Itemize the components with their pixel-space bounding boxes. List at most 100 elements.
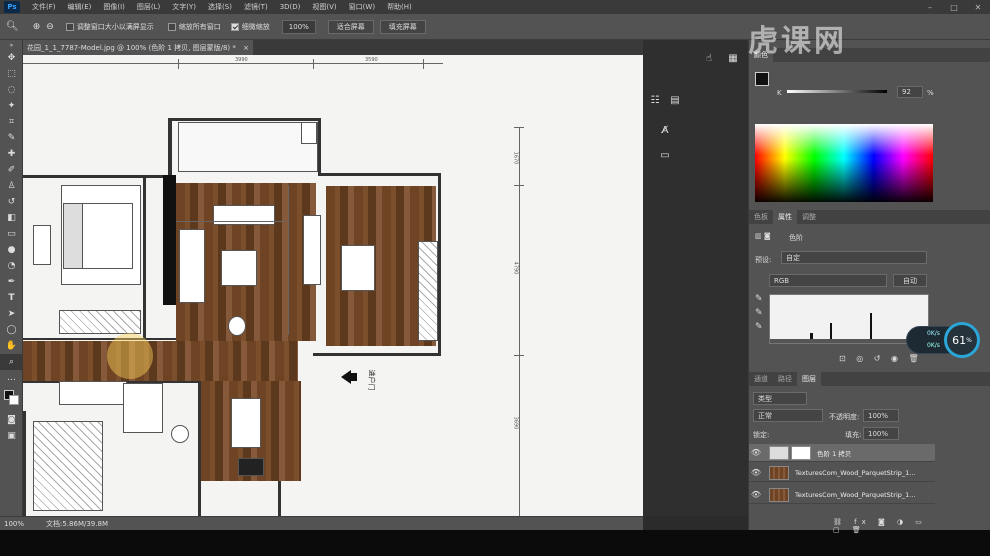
lasso-tool-icon[interactable]: ◌ — [0, 82, 23, 98]
fill-field[interactable]: 100% — [863, 427, 899, 440]
layer-row[interactable]: 👁︎ 色阶 1 拷贝 — [749, 444, 935, 462]
visibility-eye-icon[interactable]: 👁︎ — [749, 468, 763, 477]
dodge-tool-icon[interactable]: ◔ — [0, 258, 23, 274]
layer-thumbnail — [769, 465, 789, 480]
properties-title: 色阶 — [789, 234, 803, 242]
history-brush-tool-icon[interactable]: ↺ — [0, 194, 23, 210]
menu-file[interactable]: 文件(F) — [26, 2, 62, 12]
eyedropper-gray-icon[interactable]: ✎ — [755, 308, 763, 318]
info-panel-icon[interactable]: ▤ — [665, 90, 685, 110]
menu-type[interactable]: 文字(Y) — [166, 2, 202, 12]
properties-footer-icons[interactable]: ⊡ ◎ ↺ ◉ 🗑︎ — [839, 354, 929, 368]
tab-channels[interactable]: 通道 — [749, 372, 773, 386]
menu-layer[interactable]: 图层(L) — [131, 2, 166, 12]
menu-3d[interactable]: 3D(D) — [274, 3, 307, 11]
tab-swatches[interactable]: 色板 — [749, 210, 773, 224]
zoom-out-icon[interactable]: ⊖ — [46, 22, 54, 32]
blend-mode-dropdown[interactable]: 正常 — [753, 409, 823, 422]
brush-tool-icon[interactable]: ✐ — [0, 162, 23, 178]
magic-wand-tool-icon[interactable]: ✦ — [0, 98, 23, 114]
menu-help[interactable]: 帮助(H) — [381, 2, 418, 12]
zoom-tool-icon[interactable]: 🔍︎ — [6, 21, 19, 32]
tab-adjustments[interactable]: 调整 — [797, 210, 821, 224]
zoom-all-checkbox[interactable]: 缩放所有窗口 — [167, 22, 221, 32]
zoom-value-field[interactable]: 100% — [281, 19, 316, 34]
color-slider[interactable] — [787, 90, 887, 93]
more-tools-icon[interactable]: … — [0, 370, 23, 386]
menu-view[interactable]: 视图(V) — [306, 2, 342, 12]
eyedropper-black-icon[interactable]: ✎ — [755, 294, 763, 304]
auto-button[interactable]: 自动 — [893, 274, 927, 287]
eyedropper-tool-icon[interactable]: ✎ — [0, 130, 23, 146]
menu-window[interactable]: 窗口(W) — [343, 2, 381, 12]
close-window-button[interactable]: ✕ — [966, 0, 990, 14]
menu-filter[interactable]: 滤镜(T) — [238, 2, 274, 12]
screen-mode-icon[interactable]: ▣ — [0, 428, 23, 444]
resize-windows-checkbox[interactable]: 调整窗口大小以满屏显示 — [65, 22, 154, 32]
tab-layers[interactable]: 图层 — [797, 372, 821, 386]
clone-stamp-tool-icon[interactable]: ♙ — [0, 178, 23, 194]
eyedropper-white-icon[interactable]: ✎ — [755, 322, 763, 332]
preset-dropdown[interactable]: 自定 — [781, 251, 927, 264]
ellipse-tool-icon[interactable]: ◯ — [0, 322, 23, 338]
menu-select[interactable]: 选择(S) — [202, 2, 238, 12]
dimension-label: 4790 — [512, 261, 519, 275]
scrubby-zoom-checkbox[interactable]: 细微缩放 — [230, 22, 270, 32]
crop-tool-icon[interactable]: ⌗ — [0, 114, 23, 130]
status-doc-size[interactable]: 文档:5.86M/39.8M — [46, 519, 108, 529]
menu-edit[interactable]: 编辑(E) — [62, 2, 98, 12]
opacity-field[interactable]: 100% — [863, 409, 899, 422]
swatches-panel-icon[interactable]: ▦ — [723, 48, 743, 68]
canvas-area[interactable]: 3990 3590 1670 4790 3690 进户门 — [23, 55, 643, 516]
layer-row[interactable]: 👁︎ TexturesCom_Wood_ParquetStrip_1... — [749, 486, 935, 504]
type-tool-icon[interactable]: T — [0, 290, 23, 306]
download-speed: 0K/s — [927, 342, 940, 349]
photoshop-logo: Ps — [4, 1, 20, 13]
status-zoom[interactable]: 100% — [4, 520, 24, 528]
minimize-button[interactable]: – — [918, 0, 942, 14]
maximize-button[interactable]: □ — [942, 0, 966, 14]
color-spectrum[interactable] — [755, 124, 933, 202]
layer-filter-dropdown[interactable]: 类型 — [753, 392, 807, 405]
color-value-field[interactable]: 92 — [897, 86, 923, 98]
menu-image[interactable]: 图像(I) — [97, 2, 131, 12]
layer-row[interactable]: 👁︎ TexturesCom_Wood_ParquetStrip_1... — [749, 464, 935, 482]
gradient-tool-icon[interactable]: ▭ — [0, 226, 23, 242]
layer-thumbnail — [769, 487, 789, 502]
color-swatches-icon[interactable] — [0, 386, 23, 412]
channel-dropdown[interactable]: RGB — [769, 274, 887, 287]
history-panel-icon[interactable]: ☝ — [699, 48, 719, 68]
marquee-tool-icon[interactable]: ⬚ — [0, 66, 23, 82]
layers-panel-tabs: 通道 路径 图层 — [749, 372, 990, 386]
visibility-eye-icon[interactable]: 👁︎ — [749, 448, 763, 457]
fill-label: 填充: — [845, 431, 862, 439]
floor-plan-image[interactable]: 3990 3590 1670 4790 3690 进户门 — [23, 55, 643, 516]
path-selection-tool-icon[interactable]: ➤ — [0, 306, 23, 322]
fit-screen-button[interactable]: 适合屏幕 — [327, 19, 374, 34]
tab-properties[interactable]: 属性 — [773, 210, 797, 224]
layer-thumbnail — [769, 445, 789, 460]
foreground-color-swatch[interactable] — [755, 72, 769, 86]
zoom-tool-icon[interactable]: ⌕ — [0, 354, 23, 370]
character-panel-icon[interactable]: A̸ — [655, 120, 675, 140]
fill-screen-button[interactable]: 填充屏幕 — [379, 19, 426, 34]
move-tool-icon[interactable]: » — [0, 40, 23, 50]
layer-name: 色阶 1 拷贝 — [817, 449, 852, 458]
adjustments-panel-icon[interactable]: ☷ — [645, 90, 665, 110]
tab-paths[interactable]: 路径 — [773, 372, 797, 386]
paragraph-panel-icon[interactable]: ▭ — [655, 145, 675, 165]
blur-tool-icon[interactable]: ● — [0, 242, 23, 258]
zoom-in-icon[interactable]: ⊕ — [33, 22, 41, 32]
pen-tool-icon[interactable]: ✒ — [0, 274, 23, 290]
hand-tool-icon[interactable]: ✋ — [0, 338, 23, 354]
close-tab-icon[interactable]: × — [243, 44, 249, 52]
right-panels: 颜色 K 92 % 色板 属性 调整 ▥ ◙ 色阶 预设: 自定 RGB 自动 … — [748, 40, 990, 534]
healing-brush-tool-icon[interactable]: ✚ — [0, 146, 23, 162]
layers-footer-icons[interactable]: ⛓ fx ◙ ◑ ▭ ▢ 🗑︎ — [833, 518, 933, 534]
visibility-eye-icon[interactable]: 👁︎ — [749, 490, 763, 499]
move-tool-icon[interactable]: ✥ — [0, 50, 23, 66]
eraser-tool-icon[interactable]: ◧ — [0, 210, 23, 226]
quick-mask-icon[interactable]: ◙ — [0, 412, 23, 428]
color-unit: % — [927, 89, 934, 97]
document-tab[interactable]: 花园_1_1_7787-Model.jpg @ 100% (色阶 1 拷贝, 图… — [23, 40, 253, 55]
